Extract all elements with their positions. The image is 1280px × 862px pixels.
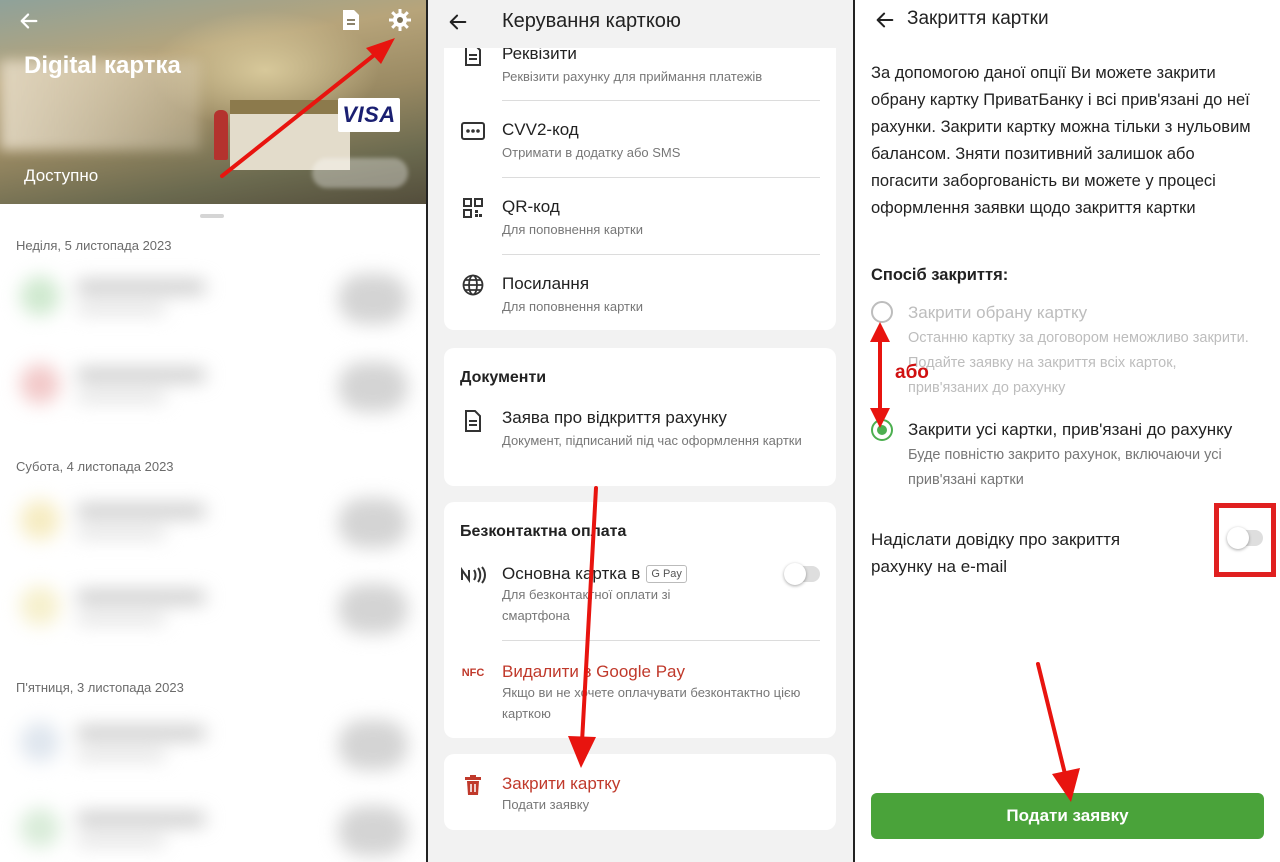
close-card-group: Закрити картку Подати заявку [444, 754, 836, 830]
cvv2-subtitle: Отримати в додатку або SMS [502, 145, 681, 160]
requisites-item[interactable]: Реквізити Реквізити рахунку для прийманн… [444, 42, 836, 106]
close-selected-card-radio[interactable] [871, 301, 893, 323]
doc-subtitle: Документ, підписаний під час оформлення … [502, 433, 802, 448]
transaction-row[interactable] [16, 560, 416, 650]
account-opening-doc-item[interactable]: Заява про відкриття рахунку Документ, пі… [444, 408, 836, 478]
contactless-heading: Безконтактна оплата [460, 523, 627, 540]
document-icon[interactable] [338, 6, 364, 34]
gear-icon[interactable] [386, 6, 414, 34]
cvv2-item[interactable]: CVV2-код Отримати в додатку або SMS [444, 118, 836, 182]
send-email-label: Надіслати довідку про закриття рахунку н… [871, 530, 1121, 576]
main-card-gpay-item[interactable]: Основна картка вG Pay Для безконтактної … [444, 562, 836, 632]
visa-logo: VISA [338, 98, 400, 132]
transaction-row[interactable] [16, 782, 416, 862]
transaction-row[interactable] [16, 250, 416, 340]
page-title: Закриття картки [907, 8, 1049, 29]
back-arrow-icon[interactable] [444, 8, 472, 36]
back-arrow-icon[interactable] [14, 6, 44, 36]
available-label: Доступно [24, 166, 99, 185]
close-selected-card-subtitle: Останню картку за договором неможливо за… [908, 330, 1249, 396]
nfc-icon: NFC [461, 667, 485, 679]
app-bar: Керування карткою [428, 0, 853, 48]
card-details-panel: Digital картка VISA Доступно Неділя, 5 л… [0, 0, 426, 862]
card-info-group: Реквізити Реквізити рахунку для прийманн… [444, 30, 836, 330]
link-subtitle: Для поповнення картки [502, 299, 643, 314]
close-card-title: Закрити картку [502, 774, 621, 793]
qr-code-icon [460, 197, 486, 219]
close-all-cards-subtitle: Буде повністю закрито рахунок, включаючи… [908, 447, 1222, 488]
close-card-description: За допомогою даної опції Ви можете закри… [871, 64, 1251, 217]
trash-icon [460, 774, 486, 796]
link-item[interactable]: Посилання Для поповнення картки [444, 272, 836, 330]
main-card-subtitle: Для безконтактної оплати зі смартфона [502, 587, 671, 623]
dots-card-icon [460, 120, 486, 142]
close-method-heading: Спосіб закриття: [871, 266, 1009, 284]
close-card-panel: Закриття картки За допомогою даної опції… [855, 0, 1280, 862]
document-icon [460, 410, 486, 432]
close-all-cards-radio[interactable] [871, 419, 893, 441]
qr-code-subtitle: Для поповнення картки [502, 222, 643, 237]
close-all-cards-title: Закрити усі картки, прив'язані до рахунк… [908, 420, 1233, 439]
transaction-row[interactable] [16, 338, 416, 428]
requisites-subtitle: Реквізити рахунку для приймання платежів [502, 69, 763, 84]
remove-gpay-title: Видалити з Google Pay [502, 662, 685, 681]
cvv2-title: CVV2-код [502, 120, 579, 139]
close-selected-card-title: Закрити обрану картку [908, 303, 1088, 322]
close-card-subtitle: Подати заявку [502, 797, 590, 812]
back-arrow-icon[interactable] [871, 6, 899, 34]
documents-heading: Документи [460, 369, 547, 386]
transaction-row[interactable] [16, 474, 416, 564]
doc-title: Заява про відкриття рахунку [502, 408, 727, 427]
transaction-row[interactable] [16, 696, 416, 786]
date-header: Субота, 4 листопада 2023 [16, 459, 174, 474]
annotation-highlight-box [1214, 503, 1276, 577]
main-card-title: Основна картка вG Pay [502, 564, 687, 584]
remove-gpay-item[interactable]: NFC Видалити з Google Pay Якщо ви не хоч… [444, 660, 836, 730]
remove-gpay-subtitle: Якщо ви не хочете оплачувати безконтактн… [502, 685, 801, 721]
submit-request-button[interactable]: Подати заявку [871, 793, 1264, 839]
gpay-badge: G Pay [646, 565, 687, 583]
globe-icon [460, 274, 486, 296]
qr-code-item[interactable]: QR-код Для поповнення картки [444, 195, 836, 259]
or-annotation-label: або [895, 362, 929, 383]
documents-group: Документи Заява про відкриття рахунку До… [444, 348, 836, 486]
close-card-item[interactable]: Закрити картку Подати заявку [444, 772, 836, 822]
contactless-group: Безконтактна оплата Основна картка вG Pa… [444, 502, 836, 738]
sheet-drag-handle[interactable] [200, 214, 224, 218]
balance-value-blurred [312, 158, 408, 188]
card-management-panel: Реквізити Реквізити рахунку для прийманн… [428, 0, 853, 862]
date-header: П'ятниця, 3 листопада 2023 [16, 680, 184, 695]
link-title: Посилання [502, 274, 590, 293]
nfc-waves-icon [460, 564, 486, 586]
page-title: Керування карткою [502, 10, 681, 32]
main-card-toggle[interactable] [784, 563, 820, 585]
card-title: Digital картка [24, 52, 181, 79]
qr-code-title: QR-код [502, 197, 560, 216]
